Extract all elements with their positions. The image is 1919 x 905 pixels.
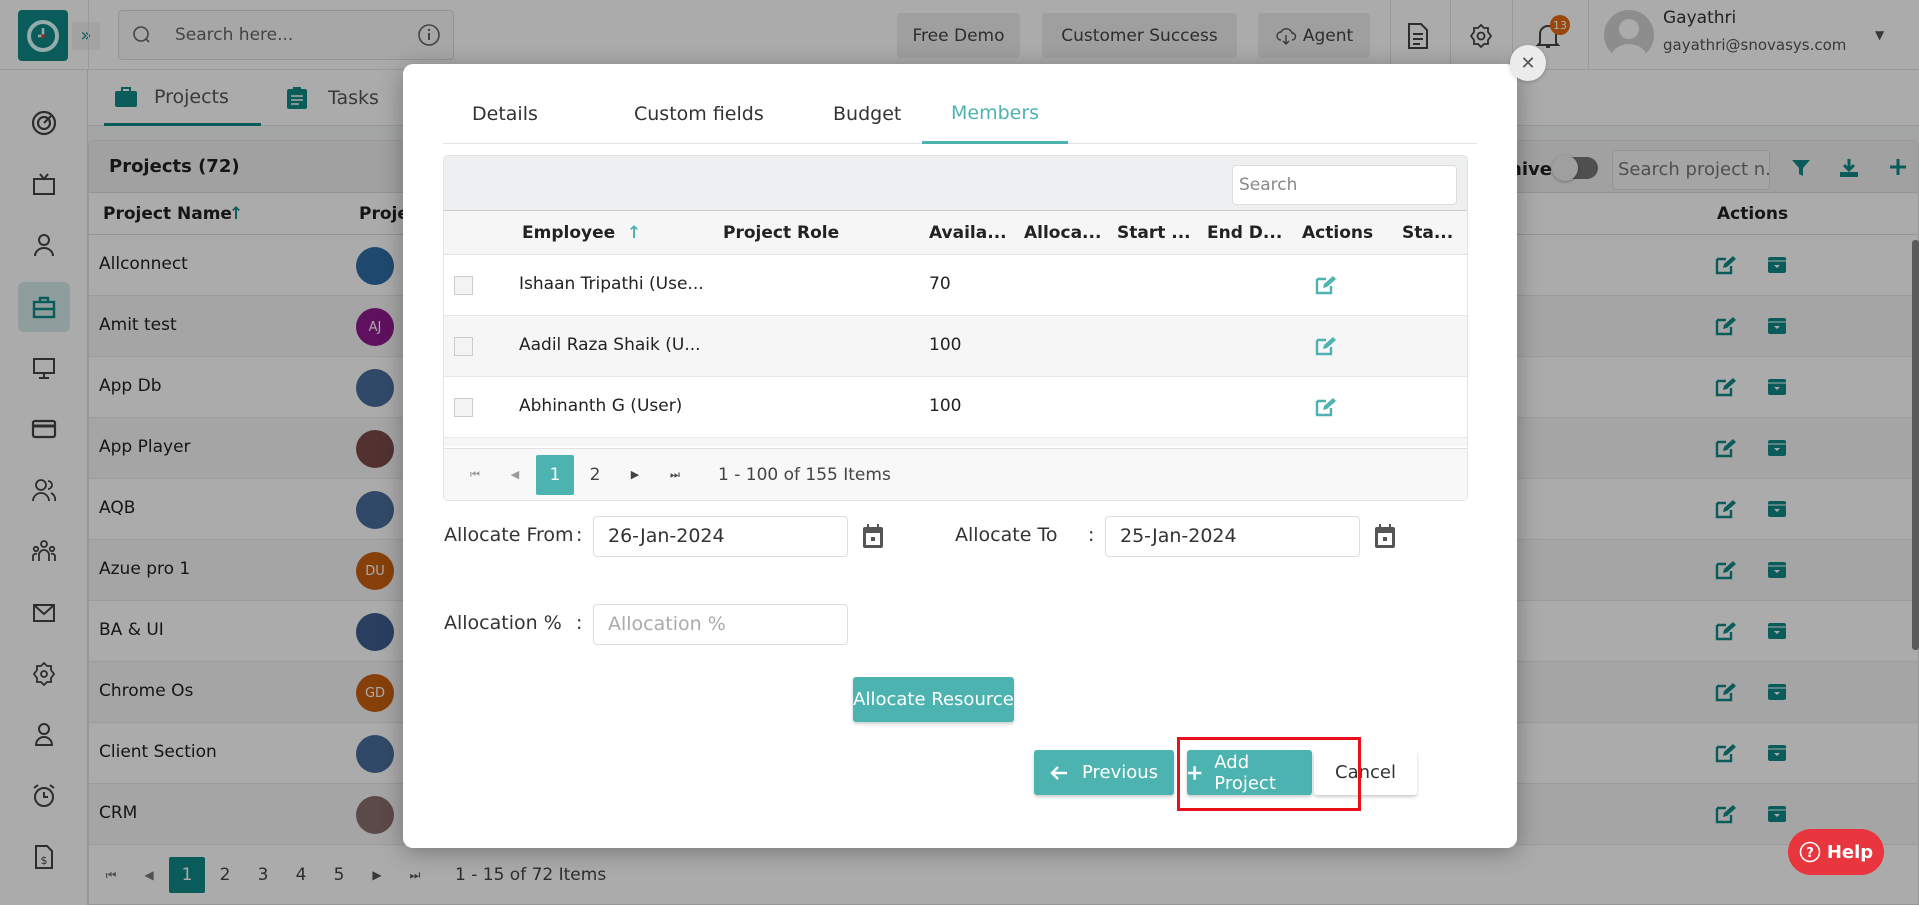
row-checkbox[interactable] <box>454 337 473 356</box>
column-employee[interactable]: Employee <box>522 223 615 243</box>
calendar-icon[interactable] <box>861 523 885 549</box>
prev-page-icon[interactable]: ◀ <box>496 455 534 495</box>
help-label: Help <box>1826 841 1874 863</box>
allocate-resource-button[interactable]: Allocate Resource <box>853 677 1014 722</box>
modal-tabs: Details Custom fields Budget Members <box>443 84 1477 144</box>
calendar-icon[interactable] <box>1373 523 1397 549</box>
row-checkbox[interactable] <box>454 276 473 295</box>
column-available[interactable]: Availa... <box>929 223 1007 243</box>
highlight-box <box>1177 737 1361 811</box>
close-modal-icon[interactable]: ✕ <box>1510 45 1546 81</box>
tab-members[interactable]: Members <box>922 84 1069 144</box>
edit-icon[interactable] <box>1315 336 1337 356</box>
allocate-to-label: Allocate To <box>955 524 1058 546</box>
column-allocation[interactable]: Alloca... <box>1024 223 1101 243</box>
sort-asc-icon[interactable]: ↑ <box>627 223 641 243</box>
previous-button[interactable]: Previous <box>1034 750 1174 795</box>
member-row[interactable]: Ishaan Tripathi (Use... 70 <box>444 255 1467 316</box>
column-status[interactable]: Sta... <box>1402 223 1453 243</box>
employee-name: Ishaan Tripathi (Use... <box>519 274 704 294</box>
arrow-left-icon <box>1050 765 1067 780</box>
members-pager: ⏮ ◀ 1 2 ▶ ⏭ 1 - 100 of 155 Items <box>444 448 1467 500</box>
first-page-icon[interactable]: ⏮ <box>456 455 494 495</box>
add-project-modal: Details Custom fields Budget Members Sea… <box>403 64 1517 848</box>
column-end-date[interactable]: End D... <box>1207 223 1282 243</box>
available-value: 70 <box>929 274 951 294</box>
tab-custom-fields-label: Custom fields <box>634 103 764 125</box>
colon: : <box>576 524 583 546</box>
allocate-resource-label: Allocate Resource <box>853 689 1014 710</box>
edit-icon[interactable] <box>1315 397 1337 417</box>
column-actions: Actions <box>1302 223 1374 243</box>
available-value: 100 <box>929 335 962 355</box>
row-checkbox[interactable] <box>454 398 473 417</box>
tab-details[interactable]: Details <box>443 84 567 144</box>
previous-label: Previous <box>1081 762 1159 783</box>
column-start-date[interactable]: Start ... <box>1117 223 1191 243</box>
app: » Search here... Free Demo Customer Succ… <box>0 0 1919 905</box>
member-row-partial <box>444 438 1467 446</box>
tab-budget-label: Budget <box>833 103 902 125</box>
members-grid: Search Employee ↑ Project Role Availa...… <box>443 155 1468 501</box>
allocation-input[interactable]: Allocation % <box>593 604 848 645</box>
members-columns: Employee ↑ Project Role Availa... Alloca… <box>444 211 1467 255</box>
question-circle-icon: ? <box>1799 841 1821 863</box>
employee-name: Abhinanth G (User) <box>519 396 683 416</box>
allocate-to-input[interactable]: 25-Jan-2024 <box>1105 516 1360 557</box>
tab-custom-fields[interactable]: Custom fields <box>605 84 793 144</box>
page-1[interactable]: 1 <box>536 454 574 495</box>
next-page-icon[interactable]: ▶ <box>616 455 654 495</box>
members-summary: 1 - 100 of 155 Items <box>718 464 891 485</box>
tab-details-label: Details <box>472 103 538 125</box>
help-button[interactable]: ? Help <box>1788 829 1884 875</box>
member-row[interactable]: Abhinanth G (User) 100 <box>444 377 1467 438</box>
employee-name: Aadil Raza Shaik (U... <box>519 335 701 355</box>
allocation-label: Allocation % <box>444 612 562 634</box>
member-rows: Ishaan Tripathi (Use... 70 Aadil Raza Shai… <box>444 255 1467 446</box>
allocate-from-label: Allocate From <box>444 524 574 546</box>
last-page-icon[interactable]: ⏭ <box>656 455 694 495</box>
edit-icon[interactable] <box>1315 275 1337 295</box>
colon: : <box>576 612 583 634</box>
member-row[interactable]: Aadil Raza Shaik (U... 100 <box>444 316 1467 377</box>
available-value: 100 <box>929 396 962 416</box>
colon: : <box>1088 524 1095 546</box>
members-search-input[interactable]: Search <box>1232 165 1457 205</box>
page-2[interactable]: 2 <box>576 455 614 495</box>
members-toolbar: Search <box>444 156 1467 211</box>
tab-members-label: Members <box>951 101 1040 124</box>
tab-budget[interactable]: Budget <box>804 84 930 144</box>
column-project-role[interactable]: Project Role <box>723 223 839 243</box>
svg-text:?: ? <box>1806 846 1814 861</box>
allocate-from-input[interactable]: 26-Jan-2024 <box>593 516 848 557</box>
